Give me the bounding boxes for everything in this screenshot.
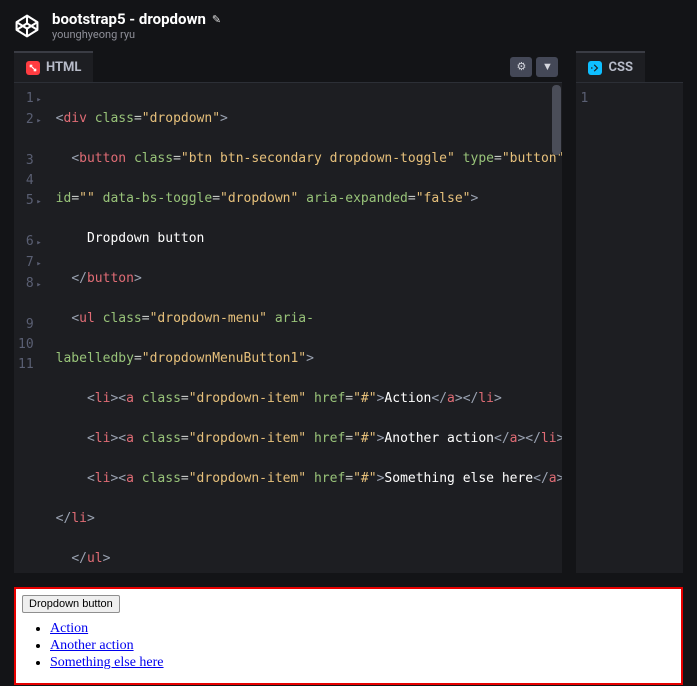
dropdown-item-another[interactable]: Another action: [50, 638, 134, 653]
app-header: bootstrap5 - dropdown ✎ younghyeong ryu: [0, 0, 697, 51]
html-panel: HTML ⚙ ▼ 1 ▸ 2 ▸ 3 4 5 ▸ 6 ▸ 7 ▸: [14, 51, 562, 573]
edit-title-icon[interactable]: ✎: [212, 13, 221, 26]
css-gutter: 1: [576, 83, 596, 573]
dropdown-button[interactable]: Dropdown button: [22, 595, 120, 613]
html-panel-header: HTML ⚙ ▼: [14, 51, 562, 83]
css-panel: CSS 1: [576, 51, 683, 573]
html-tab-label: HTML: [46, 60, 81, 75]
list-item: Something else here: [50, 655, 675, 671]
css-code[interactable]: [596, 83, 683, 573]
panel-settings-button[interactable]: ⚙: [510, 57, 532, 77]
author-name[interactable]: younghyeong ryu: [52, 28, 221, 41]
dropdown-item-action[interactable]: Action: [50, 621, 88, 636]
css-editor[interactable]: 1: [576, 83, 683, 573]
list-item: Action: [50, 621, 675, 637]
gear-icon: ⚙: [517, 60, 527, 73]
css-tab[interactable]: CSS: [576, 51, 645, 82]
codepen-logo-icon: [14, 13, 40, 39]
editor-panels: HTML ⚙ ▼ 1 ▸ 2 ▸ 3 4 5 ▸ 6 ▸ 7 ▸: [0, 51, 697, 573]
css-panel-header: CSS: [576, 51, 683, 83]
html-code[interactable]: <div class="dropdown"> <button class="bt…: [50, 83, 563, 573]
list-item: Another action: [50, 638, 675, 654]
pen-title[interactable]: bootstrap5 - dropdown: [52, 10, 206, 28]
panel-collapse-button[interactable]: ▼: [536, 57, 558, 77]
html-badge-icon: [26, 61, 40, 75]
title-block: bootstrap5 - dropdown ✎ younghyeong ryu: [52, 10, 221, 41]
output-preview: Dropdown button Action Another action So…: [14, 587, 683, 685]
css-tab-label: CSS: [608, 60, 633, 75]
chevron-down-icon: ▼: [542, 60, 553, 73]
html-gutter: 1 ▸ 2 ▸ 3 4 5 ▸ 6 ▸ 7 ▸ 8 ▸ 9 10 11: [14, 83, 50, 573]
html-editor[interactable]: 1 ▸ 2 ▸ 3 4 5 ▸ 6 ▸ 7 ▸ 8 ▸ 9 10 11 <div…: [14, 83, 562, 573]
dropdown-item-something[interactable]: Something else here: [50, 655, 164, 670]
dropdown-menu-list: Action Another action Something else her…: [50, 621, 675, 671]
html-tab[interactable]: HTML: [14, 51, 93, 82]
css-badge-icon: [588, 61, 602, 75]
vertical-scrollbar[interactable]: [552, 85, 561, 155]
html-panel-actions: ⚙ ▼: [510, 57, 562, 77]
